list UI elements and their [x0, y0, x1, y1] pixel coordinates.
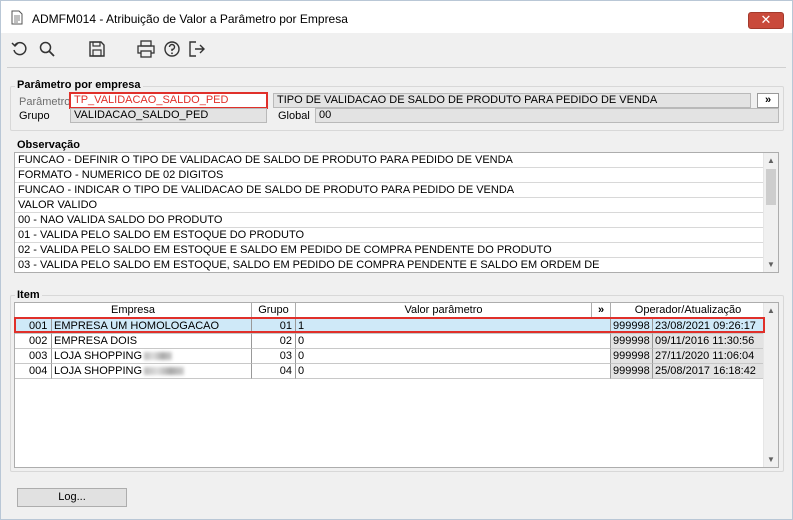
- col-header-valor[interactable]: Valor parâmetro: [296, 303, 592, 318]
- search-icon[interactable]: [38, 40, 56, 58]
- cell-grupo: 02: [252, 334, 296, 349]
- title-bar: ADMFM014 - Atribuição de Valor a Parâmet…: [1, 1, 792, 33]
- observacao-textarea[interactable]: FUNCAO - DEFINIR O TIPO DE VALIDACAO DE …: [14, 152, 779, 273]
- cell-grupo: 04: [252, 364, 296, 379]
- grupo-field: VALIDACAO_SALDO_PED: [70, 108, 267, 123]
- cell-code: 004: [15, 364, 52, 379]
- cell-code: 003: [15, 349, 52, 364]
- observacao-line: 01 - VALIDA PELO SALDO EM ESTOQUE DO PRO…: [15, 228, 764, 243]
- observacao-line: 02 - VALIDA PELO SALDO EM ESTOQUE E SALD…: [15, 243, 764, 258]
- cell-empresa: EMPRESA UM HOMOLOGACAO: [52, 319, 252, 334]
- cell-code: 002: [15, 334, 52, 349]
- redacted-text: [144, 352, 173, 361]
- cell-operador: 999998: [611, 319, 653, 334]
- parametro-expand-button[interactable]: »: [757, 93, 779, 108]
- parametro-description-field: TIPO DE VALIDACAO DE SALDO DE PRODUTO PA…: [273, 93, 751, 108]
- cell-data: 25/08/2017 16:18:42: [653, 364, 766, 379]
- col-header-operador[interactable]: Operador/Atualização: [611, 303, 766, 318]
- print-icon[interactable]: [137, 40, 155, 58]
- cell-grupo: 01: [252, 319, 296, 334]
- observacao-line: FUNCAO - INDICAR O TIPO DE VALIDACAO DE …: [15, 183, 764, 198]
- cell-empresa: EMPRESA DOIS: [52, 334, 252, 349]
- scroll-up-icon[interactable]: ▲: [767, 156, 775, 165]
- col-header-grupo[interactable]: Grupo: [252, 303, 296, 318]
- cell-data: 23/08/2021 09:26:17: [653, 319, 766, 334]
- main-window: ADMFM014 - Atribuição de Valor a Parâmet…: [0, 0, 793, 520]
- observacao-group-title: Observação: [15, 139, 82, 151]
- scroll-down-icon[interactable]: ▼: [767, 455, 775, 464]
- toolbar-divider: [7, 67, 786, 68]
- observacao-line: FORMATO - NUMERICO DE 02 DIGITOS: [15, 168, 764, 183]
- document-icon: [11, 10, 23, 25]
- observacao-line: VALOR VALIDO: [15, 198, 764, 213]
- col-header-expand[interactable]: »: [592, 303, 611, 318]
- save-icon[interactable]: [88, 40, 106, 58]
- cell-empresa-wrap: LOJA SHOPPING: [52, 349, 252, 364]
- parametro-input[interactable]: TP_VALIDACAO_SALDO_PED: [69, 92, 268, 109]
- scroll-thumb[interactable]: [766, 169, 776, 205]
- toolbar: [1, 33, 792, 65]
- parametro-group-title: Parâmetro por empresa: [15, 79, 143, 91]
- cell-empresa: LOJA SHOPPING: [54, 365, 143, 377]
- observacao-line: 03 - VALIDA PELO SALDO EM ESTOQUE, SALDO…: [18, 259, 600, 271]
- cell-empresa: LOJA SHOPPING: [54, 350, 143, 362]
- global-label: Global: [278, 110, 310, 122]
- item-scrollbar[interactable]: ▲ ▼: [763, 303, 778, 467]
- global-field: 00: [315, 108, 779, 123]
- cell-data: 09/11/2016 11:30:56: [653, 334, 766, 349]
- scroll-down-icon[interactable]: ▼: [767, 260, 775, 269]
- col-header-empresa[interactable]: Empresa: [15, 303, 252, 318]
- observacao-line: FUNCAO - DEFINIR O TIPO DE VALIDACAO DE …: [15, 153, 764, 168]
- cell-code: 001: [15, 319, 52, 334]
- item-group-title: Item: [15, 289, 42, 301]
- observacao-line: 00 - NAO VALIDA SALDO DO PRODUTO: [15, 213, 764, 228]
- help-icon[interactable]: [163, 40, 181, 58]
- window-title: ADMFM014 - Atribuição de Valor a Parâmet…: [32, 12, 348, 26]
- cell-valor[interactable]: 0: [296, 349, 611, 364]
- exit-icon[interactable]: [188, 40, 206, 58]
- item-grid[interactable]: Empresa Grupo Valor parâmetro » Operador…: [14, 302, 779, 468]
- undo-icon[interactable]: [11, 40, 29, 58]
- log-button[interactable]: Log...: [17, 488, 127, 507]
- scroll-up-icon[interactable]: ▲: [767, 306, 775, 315]
- cell-valor[interactable]: 0: [296, 334, 611, 349]
- cell-data: 27/11/2020 11:06:04: [653, 349, 766, 364]
- cell-valor[interactable]: 1: [296, 319, 611, 334]
- cell-grupo: 03: [252, 349, 296, 364]
- observacao-scrollbar[interactable]: ▲ ▼: [763, 153, 778, 272]
- redacted-text: [144, 367, 185, 376]
- cell-empresa-wrap: LOJA SHOPPING: [52, 364, 252, 379]
- parametro-label: Parâmetro: [19, 96, 71, 108]
- cell-operador: 999998: [611, 334, 653, 349]
- cell-operador: 999998: [611, 364, 653, 379]
- close-button[interactable]: ✕: [748, 12, 784, 29]
- grupo-label: Grupo: [19, 110, 50, 122]
- cell-valor[interactable]: 0: [296, 364, 611, 379]
- cell-operador: 999998: [611, 349, 653, 364]
